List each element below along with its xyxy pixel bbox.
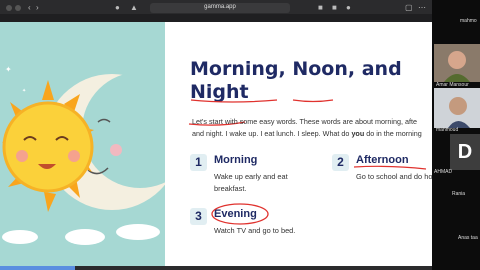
pen-circle-evening (211, 203, 269, 225)
star-icon: ✦ (22, 88, 26, 94)
slide-progress (0, 266, 75, 270)
participant-video-2[interactable] (434, 88, 480, 128)
browser-toolbar: ‹ › ● ▲ gamma.app ■ ■ ● ▢ ⋯ (0, 0, 432, 22)
shield-icon: ▲ (130, 3, 138, 12)
back-arrow-icon[interactable]: ‹ (28, 4, 31, 12)
participant-label-top: mahmo (460, 18, 477, 24)
intro-line-2-end: do in the morning (366, 129, 422, 138)
extension-icon[interactable]: ■ (332, 4, 337, 12)
intro-emphasis: you (351, 129, 365, 138)
participant-avatar (448, 97, 470, 128)
forward-arrow-icon[interactable]: › (36, 4, 39, 12)
sun-moon-illustration: ✦ ✦ ✦ (2, 65, 165, 245)
tab-strip (0, 14, 432, 22)
pen-annotation-afternoon (353, 165, 427, 170)
participant-label-5: Anas taa (458, 235, 478, 241)
item-desc-morning: Wake up early and eat breakfast. (214, 171, 324, 195)
illustration-panel: ✦ ✦ ✦ (0, 22, 165, 270)
participant-avatar (444, 51, 470, 82)
url-text: gamma.app (204, 4, 236, 10)
participant-label-2: mahmoud (436, 127, 459, 133)
participant-label-3: AHMAD (434, 169, 453, 175)
item-title-morning: Morning (214, 154, 258, 166)
item-desc-morning-line2: breakfast. (214, 184, 247, 193)
item-number-2: 2 (332, 154, 349, 171)
screen: ‹ › ● ▲ gamma.app ■ ■ ● ▢ ⋯ ✦ ✦ ✦ (0, 0, 480, 270)
participant-label-4: Rania (452, 191, 466, 197)
participant-video-1[interactable] (434, 44, 480, 82)
share-icon[interactable]: ● (115, 4, 120, 12)
tabs-icon[interactable]: ▢ (405, 4, 413, 12)
star-icon: ✦ (5, 65, 12, 74)
item-number-1: 1 (190, 154, 207, 171)
menu-icon[interactable]: ⋯ (418, 4, 426, 12)
intro-paragraph: Let's start with some easy words. These … (192, 116, 432, 140)
reader-icon[interactable]: ■ (318, 4, 323, 12)
window-close-icon[interactable] (6, 5, 12, 11)
record-icon[interactable]: ● (346, 4, 351, 12)
presentation-slide: ✦ ✦ ✦ (0, 22, 432, 270)
participant-initial-avatar[interactable]: D (450, 134, 480, 170)
intro-line-2: and night. I wake up. I eat lunch. I sle… (192, 128, 432, 140)
item-desc-morning-line1: Wake up early and eat (214, 172, 288, 181)
item-number-3: 3 (190, 208, 207, 225)
window-minimize-icon[interactable] (15, 5, 21, 11)
intro-line-1: Let's start with some easy words. These … (192, 117, 417, 126)
address-bar[interactable]: gamma.app (150, 3, 290, 13)
intro-line-2-start: and night. I wake up. I eat lunch. I sle… (192, 129, 350, 138)
